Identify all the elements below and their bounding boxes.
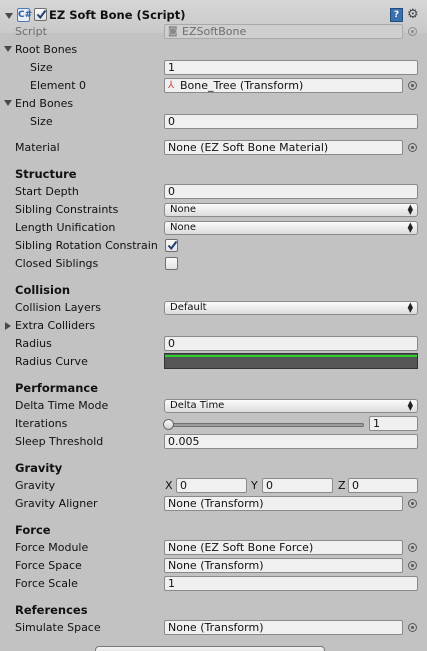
closed-siblings-checkbox[interactable] bbox=[165, 257, 178, 270]
sibling-rotation-checkbox[interactable] bbox=[165, 239, 178, 252]
collision-heading: Collision bbox=[15, 283, 71, 297]
radius-field[interactable]: 0 bbox=[164, 336, 418, 351]
force-module-picker-icon[interactable] bbox=[408, 543, 417, 552]
iterations-label: Iterations bbox=[15, 417, 68, 430]
element0-label: Element 0 bbox=[30, 79, 87, 92]
root-bones-foldout-icon[interactable] bbox=[4, 46, 12, 52]
dropdown-arrows-icon: ▲ ▼ bbox=[407, 203, 413, 216]
collision-layers-dropdown[interactable]: Default ▲ ▼ bbox=[164, 301, 418, 315]
dropdown-arrows-icon: ▲ ▼ bbox=[407, 221, 413, 234]
gear-icon[interactable]: ⚙ bbox=[407, 7, 419, 22]
script-field-value: EZSoftBone bbox=[182, 25, 247, 38]
gravity-aligner-field[interactable]: None (Transform) bbox=[164, 496, 403, 511]
length-unification-dropdown[interactable]: None ▲ ▼ bbox=[164, 221, 418, 235]
root-bones-label[interactable]: Root Bones bbox=[15, 43, 77, 56]
force-scale-label: Force Scale bbox=[15, 577, 78, 590]
transform-icon: ⅄ bbox=[168, 80, 175, 91]
script-icon: C# bbox=[17, 8, 33, 22]
extra-colliders-label[interactable]: Extra Colliders bbox=[15, 319, 95, 332]
component-enabled-checkbox[interactable] bbox=[34, 8, 47, 21]
sibling-constraints-label: Sibling Constraints bbox=[15, 203, 119, 216]
force-space-field[interactable]: None (Transform) bbox=[164, 558, 403, 573]
collision-layers-value: Default bbox=[170, 302, 207, 313]
radius-curve-line bbox=[165, 355, 417, 357]
gravity-aligner-picker-icon[interactable] bbox=[408, 499, 417, 508]
force-space-label: Force Space bbox=[15, 559, 82, 572]
performance-heading: Performance bbox=[15, 381, 99, 395]
end-bones-size-label: Size bbox=[30, 115, 53, 128]
start-depth-label: Start Depth bbox=[15, 185, 79, 198]
radius-label: Radius bbox=[15, 337, 52, 350]
gravity-z-label: Z bbox=[338, 479, 346, 492]
extra-colliders-foldout-icon[interactable] bbox=[5, 322, 11, 330]
simulate-space-field[interactable]: None (Transform) bbox=[164, 620, 403, 635]
length-unification-label: Length Unification bbox=[15, 221, 116, 234]
root-bones-size-field[interactable]: 1 bbox=[164, 60, 418, 75]
sleep-threshold-label: Sleep Threshold bbox=[15, 435, 104, 448]
sleep-threshold-field[interactable]: 0.005 bbox=[164, 434, 418, 449]
root-bones-size-label: Size bbox=[30, 61, 53, 74]
add-component-button[interactable] bbox=[95, 646, 325, 651]
checkmark-icon bbox=[167, 240, 178, 251]
checkmark-icon bbox=[36, 9, 47, 20]
iterations-slider-thumb[interactable] bbox=[163, 419, 174, 430]
gravity-x-label: X bbox=[165, 479, 173, 492]
material-label: Material bbox=[15, 141, 60, 154]
gravity-aligner-label: Gravity Aligner bbox=[15, 497, 98, 510]
end-bones-foldout-icon[interactable] bbox=[4, 100, 12, 106]
start-depth-field[interactable]: 0 bbox=[164, 184, 418, 199]
end-bones-size-field[interactable]: 0 bbox=[164, 114, 418, 129]
dropdown-arrows-icon: ▲ ▼ bbox=[407, 301, 413, 314]
component-title-bar[interactable]: C# EZ Soft Bone (Script) ? ⚙ bbox=[0, 6, 427, 26]
collision-layers-label: Collision Layers bbox=[15, 301, 101, 314]
force-scale-field[interactable]: 1 bbox=[164, 576, 418, 591]
delta-time-mode-label: Delta Time Mode bbox=[15, 399, 109, 412]
sibling-rotation-label: Sibling Rotation Constrain bbox=[15, 239, 158, 252]
closed-siblings-label: Closed Siblings bbox=[15, 257, 99, 270]
length-unification-value: None bbox=[170, 222, 197, 233]
gravity-heading: Gravity bbox=[15, 461, 63, 475]
help-book-icon[interactable]: ? bbox=[390, 8, 403, 22]
sibling-constraints-value: None bbox=[170, 204, 197, 215]
foldout-arrow-icon[interactable] bbox=[5, 13, 13, 19]
gravity-x-field[interactable]: 0 bbox=[176, 478, 247, 493]
radius-curve-field[interactable] bbox=[164, 353, 418, 369]
force-module-field[interactable]: None (EZ Soft Bone Force) bbox=[164, 540, 403, 555]
iterations-slider-track[interactable] bbox=[168, 423, 364, 427]
force-heading: Force bbox=[15, 523, 51, 537]
gravity-label: Gravity bbox=[15, 479, 56, 492]
script-field: ◙ EZSoftBone bbox=[164, 24, 403, 39]
end-bones-label[interactable]: End Bones bbox=[15, 97, 73, 110]
script-label: Script bbox=[15, 25, 47, 38]
gravity-y-label: Y bbox=[251, 479, 258, 492]
delta-time-mode-value: Delta Time bbox=[170, 400, 225, 411]
element0-picker-icon[interactable] bbox=[408, 81, 417, 90]
structure-heading: Structure bbox=[15, 167, 77, 181]
references-heading: References bbox=[15, 603, 88, 617]
script-file-icon: ◙ bbox=[168, 26, 178, 37]
dropdown-arrows-icon: ▲ ▼ bbox=[407, 399, 413, 412]
element0-value: Bone_Tree (Transform) bbox=[180, 79, 304, 92]
iterations-field[interactable]: 1 bbox=[369, 416, 418, 431]
simulate-space-label: Simulate Space bbox=[15, 621, 101, 634]
material-picker-icon[interactable] bbox=[408, 143, 417, 152]
delta-time-mode-dropdown[interactable]: Delta Time ▲ ▼ bbox=[164, 399, 418, 413]
radius-curve-label: Radius Curve bbox=[15, 355, 88, 368]
gravity-z-field[interactable]: 0 bbox=[348, 478, 418, 493]
force-space-picker-icon[interactable] bbox=[408, 561, 417, 570]
object-picker-icon bbox=[408, 27, 417, 36]
sibling-constraints-dropdown[interactable]: None ▲ ▼ bbox=[164, 203, 418, 217]
gravity-y-field[interactable]: 0 bbox=[262, 478, 333, 493]
force-module-label: Force Module bbox=[15, 541, 89, 554]
material-field[interactable]: None (EZ Soft Bone Material) bbox=[164, 140, 403, 155]
simulate-space-picker-icon[interactable] bbox=[408, 623, 417, 632]
element0-field[interactable]: ⅄ Bone_Tree (Transform) bbox=[164, 78, 403, 93]
component-title: EZ Soft Bone (Script) bbox=[49, 8, 186, 22]
